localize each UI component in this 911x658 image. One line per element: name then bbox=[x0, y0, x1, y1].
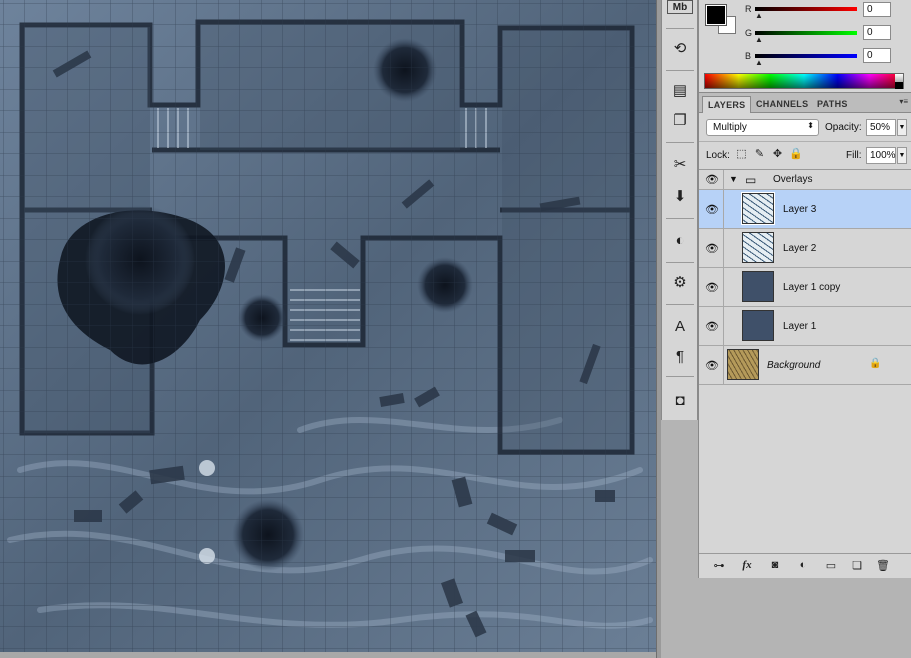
opacity-label: Opacity: bbox=[825, 122, 862, 133]
visibility-eye-icon[interactable]: 👁 bbox=[703, 242, 721, 256]
lock-pixels-icon[interactable]: ✎ bbox=[753, 148, 766, 161]
empty-panel-area bbox=[698, 578, 911, 658]
channel-g-value[interactable]: 0 bbox=[863, 25, 891, 40]
lock-label: Lock: bbox=[706, 150, 730, 161]
add-mask-icon[interactable]: ◙ bbox=[767, 559, 783, 573]
dock-separator bbox=[666, 28, 694, 29]
channel-r-thumb[interactable]: ▲ bbox=[755, 11, 763, 20]
fill-field[interactable]: 100% bbox=[866, 147, 896, 164]
notes-icon[interactable]: ❐ bbox=[667, 108, 693, 132]
link-layers-icon[interactable]: ⊶ bbox=[711, 559, 727, 573]
layer-row[interactable]: 👁 Layer 1 copy bbox=[699, 268, 911, 307]
layer-thumbnail[interactable] bbox=[742, 271, 774, 302]
opacity-dropdown-icon[interactable]: ▼ bbox=[897, 119, 907, 136]
panel-dock-icons: Mb ⟲ ▤ ❐ ✂ ⬇ ◐ ⚙ A ¶ ◘ bbox=[661, 0, 698, 420]
channel-b-thumb[interactable]: ▲ bbox=[755, 58, 763, 67]
actions-icon[interactable]: ▤ bbox=[667, 78, 693, 102]
masks-icon[interactable]: ◘ bbox=[667, 388, 693, 412]
layer-thumbnail[interactable] bbox=[727, 349, 759, 380]
visibility-eye-icon[interactable]: 👁 bbox=[703, 320, 721, 334]
channel-r-slider[interactable] bbox=[755, 7, 857, 11]
group-expand-icon[interactable]: ▼ bbox=[729, 174, 738, 184]
channel-g-slider[interactable] bbox=[755, 31, 857, 35]
visibility-eye-icon[interactable]: 👁 bbox=[703, 281, 721, 295]
dock-separator bbox=[666, 218, 694, 219]
visibility-eye-icon[interactable]: 👁 bbox=[703, 173, 721, 187]
blend-mode-value: Multiply bbox=[713, 122, 747, 133]
group-name: Overlays bbox=[773, 174, 813, 185]
channel-r-label: R bbox=[745, 4, 752, 14]
layer-name: Layer 1 copy bbox=[783, 282, 841, 293]
layer-name: Background bbox=[767, 360, 821, 371]
adjustment-layer-icon[interactable]: ◐ bbox=[795, 559, 811, 573]
new-layer-icon[interactable]: ❏ bbox=[849, 559, 865, 573]
opacity-field[interactable]: 50% bbox=[866, 119, 896, 136]
lock-transparency-icon[interactable]: ⬚ bbox=[735, 148, 748, 161]
dock-separator bbox=[666, 262, 694, 263]
lock-all-icon[interactable]: 🔒 bbox=[789, 148, 803, 161]
lock-row: Lock: ⬚ ✎ ✥ 🔒 Fill: 100% ▼ bbox=[699, 141, 911, 167]
panel-menu-icon[interactable]: ▾≡ bbox=[899, 97, 908, 106]
new-group-icon[interactable]: ▭ bbox=[823, 559, 839, 573]
layer-name: Layer 1 bbox=[783, 321, 817, 332]
channel-b-value[interactable]: 0 bbox=[863, 48, 891, 63]
layer-lock-icon: 🔒 bbox=[869, 358, 882, 369]
layer-group-row[interactable]: 👁 ▼ ▭ Overlays bbox=[699, 170, 911, 190]
paragraph-icon[interactable]: ¶ bbox=[667, 344, 693, 368]
trash-icon[interactable]: 🗑 bbox=[875, 559, 891, 573]
tool-presets-icon[interactable]: ⚙ bbox=[667, 270, 693, 294]
channel-r-value[interactable]: 0 bbox=[863, 2, 891, 17]
document-canvas[interactable] bbox=[0, 0, 656, 658]
dock-separator bbox=[666, 304, 694, 305]
dock-empty-area bbox=[661, 420, 698, 658]
clone-source-icon[interactable]: ⬇ bbox=[667, 184, 693, 208]
tab-layers[interactable]: LAYERS bbox=[702, 96, 752, 113]
color-spectrum-bar[interactable] bbox=[704, 73, 904, 89]
layer-row[interactable]: 👁 Layer 3 bbox=[699, 190, 911, 229]
chevron-updown-icon: ⬍ bbox=[807, 121, 814, 130]
layer-thumbnail[interactable] bbox=[742, 310, 774, 341]
canvas-bottom-scroll-area[interactable] bbox=[0, 652, 656, 658]
layer-row[interactable]: 👁 Layer 2 bbox=[699, 229, 911, 268]
color-panel: R ▲ 0 G ▲ 0 B ▲ 0 bbox=[698, 0, 911, 92]
brush-presets-icon[interactable]: ✂ bbox=[667, 152, 693, 176]
blend-mode-select[interactable]: Multiply ⬍ bbox=[706, 119, 819, 136]
channel-g-label: G bbox=[745, 28, 753, 38]
black-white-swatches[interactable] bbox=[895, 74, 903, 90]
adjustments-icon[interactable]: ◐ bbox=[667, 228, 693, 252]
fill-dropdown-icon[interactable]: ▼ bbox=[897, 147, 907, 164]
dock-separator bbox=[666, 142, 694, 143]
layers-footer: ⊶ fx ◙ ◐ ▭ ❏ 🗑 bbox=[699, 553, 911, 579]
fx-icon[interactable]: fx bbox=[739, 559, 755, 573]
visibility-eye-icon[interactable]: 👁 bbox=[703, 203, 721, 217]
channel-g-thumb[interactable]: ▲ bbox=[755, 35, 763, 44]
panel-tabs: LAYERS CHANNELS PATHS ▾≡ bbox=[699, 93, 911, 113]
dock-separator bbox=[666, 376, 694, 377]
layer-thumbnail[interactable] bbox=[741, 192, 775, 225]
mini-bridge-icon[interactable]: Mb bbox=[667, 0, 693, 14]
fill-label: Fill: bbox=[846, 150, 862, 161]
tab-paths[interactable]: PATHS bbox=[812, 96, 853, 113]
visibility-eye-icon[interactable]: 👁 bbox=[703, 359, 721, 373]
battle-map-image bbox=[0, 0, 656, 658]
layer-row[interactable]: 👁 Layer 1 bbox=[699, 307, 911, 346]
folder-icon: ▭ bbox=[745, 173, 757, 187]
layer-row[interactable]: 👁 Background 🔒 bbox=[699, 346, 911, 385]
history-icon[interactable]: ⟲ bbox=[667, 36, 693, 60]
layer-list: 👁 ▼ ▭ Overlays 👁 Layer 3 👁 Layer 2 👁 Layer 1 … bbox=[699, 169, 911, 388]
layer-thumbnail[interactable] bbox=[742, 232, 774, 263]
lock-position-icon[interactable]: ✥ bbox=[771, 148, 784, 161]
layers-panel: LAYERS CHANNELS PATHS ▾≡ Multiply ⬍ Opac… bbox=[698, 92, 911, 579]
foreground-color-swatch[interactable] bbox=[705, 4, 727, 26]
layer-name: Layer 2 bbox=[783, 243, 817, 254]
layer-name: Layer 3 bbox=[783, 204, 817, 215]
channel-b-slider[interactable] bbox=[755, 54, 857, 58]
channel-b-label: B bbox=[745, 51, 752, 61]
tab-channels[interactable]: CHANNELS bbox=[751, 96, 813, 113]
character-icon[interactable]: A bbox=[667, 314, 693, 338]
dock-separator bbox=[666, 70, 694, 71]
